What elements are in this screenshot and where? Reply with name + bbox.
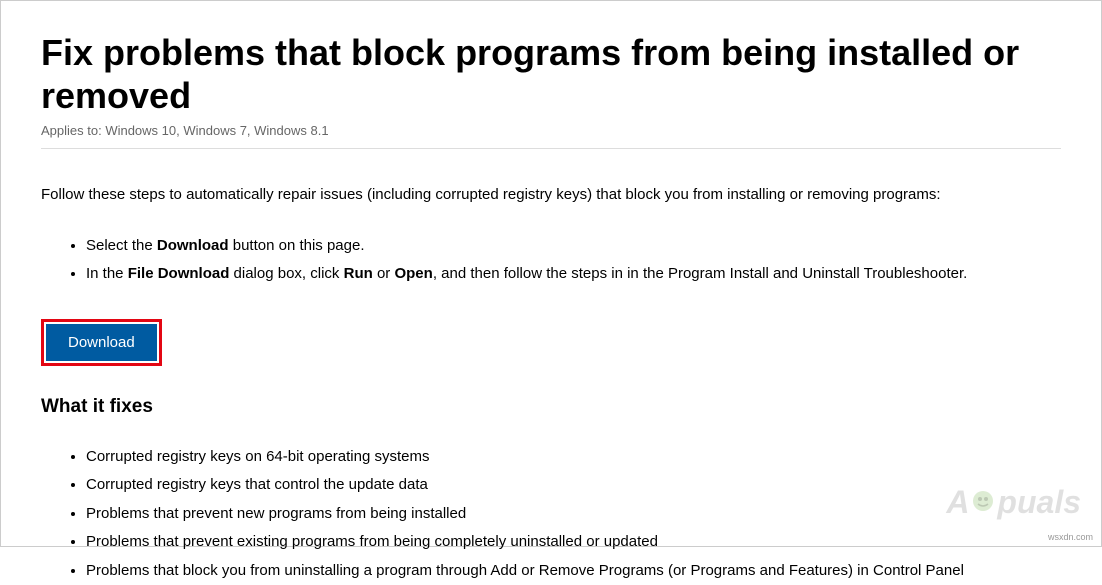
list-item: Problems that block you from uninstallin… bbox=[86, 557, 1061, 585]
list-item: Corrupted registry keys that control the… bbox=[86, 471, 1061, 500]
fixes-list: Corrupted registry keys on 64-bit operat… bbox=[86, 443, 1061, 585]
list-item: Corrupted registry keys on 64-bit operat… bbox=[86, 443, 1061, 472]
step-bold: File Download bbox=[128, 265, 230, 282]
step-bold: Open bbox=[394, 265, 432, 282]
page-title: Fix problems that block programs from be… bbox=[41, 31, 1061, 117]
what-it-fixes-heading: What it fixes bbox=[41, 396, 1061, 418]
step-text: dialog box, click bbox=[229, 265, 343, 282]
step-item: In the File Download dialog box, click R… bbox=[86, 260, 1061, 289]
intro-paragraph: Follow these steps to automatically repa… bbox=[41, 184, 1061, 207]
list-item: Problems that prevent existing programs … bbox=[86, 528, 1061, 557]
applies-to-text: Applies to: Windows 10, Windows 7, Windo… bbox=[41, 123, 1061, 138]
download-highlight-box: Download bbox=[41, 319, 162, 366]
step-text: , and then follow the steps in in the Pr… bbox=[433, 265, 967, 282]
download-button[interactable]: Download bbox=[46, 324, 157, 361]
step-bold: Run bbox=[344, 265, 373, 282]
step-text: In the bbox=[86, 265, 128, 282]
header-divider bbox=[41, 148, 1061, 149]
step-item: Select the Download button on this page. bbox=[86, 232, 1061, 261]
step-bold: Download bbox=[157, 237, 229, 254]
step-text: button on this page. bbox=[229, 237, 365, 254]
step-text: or bbox=[373, 265, 395, 282]
list-item: Problems that prevent new programs from … bbox=[86, 500, 1061, 529]
step-text: Select the bbox=[86, 237, 157, 254]
steps-list: Select the Download button on this page.… bbox=[86, 232, 1061, 289]
